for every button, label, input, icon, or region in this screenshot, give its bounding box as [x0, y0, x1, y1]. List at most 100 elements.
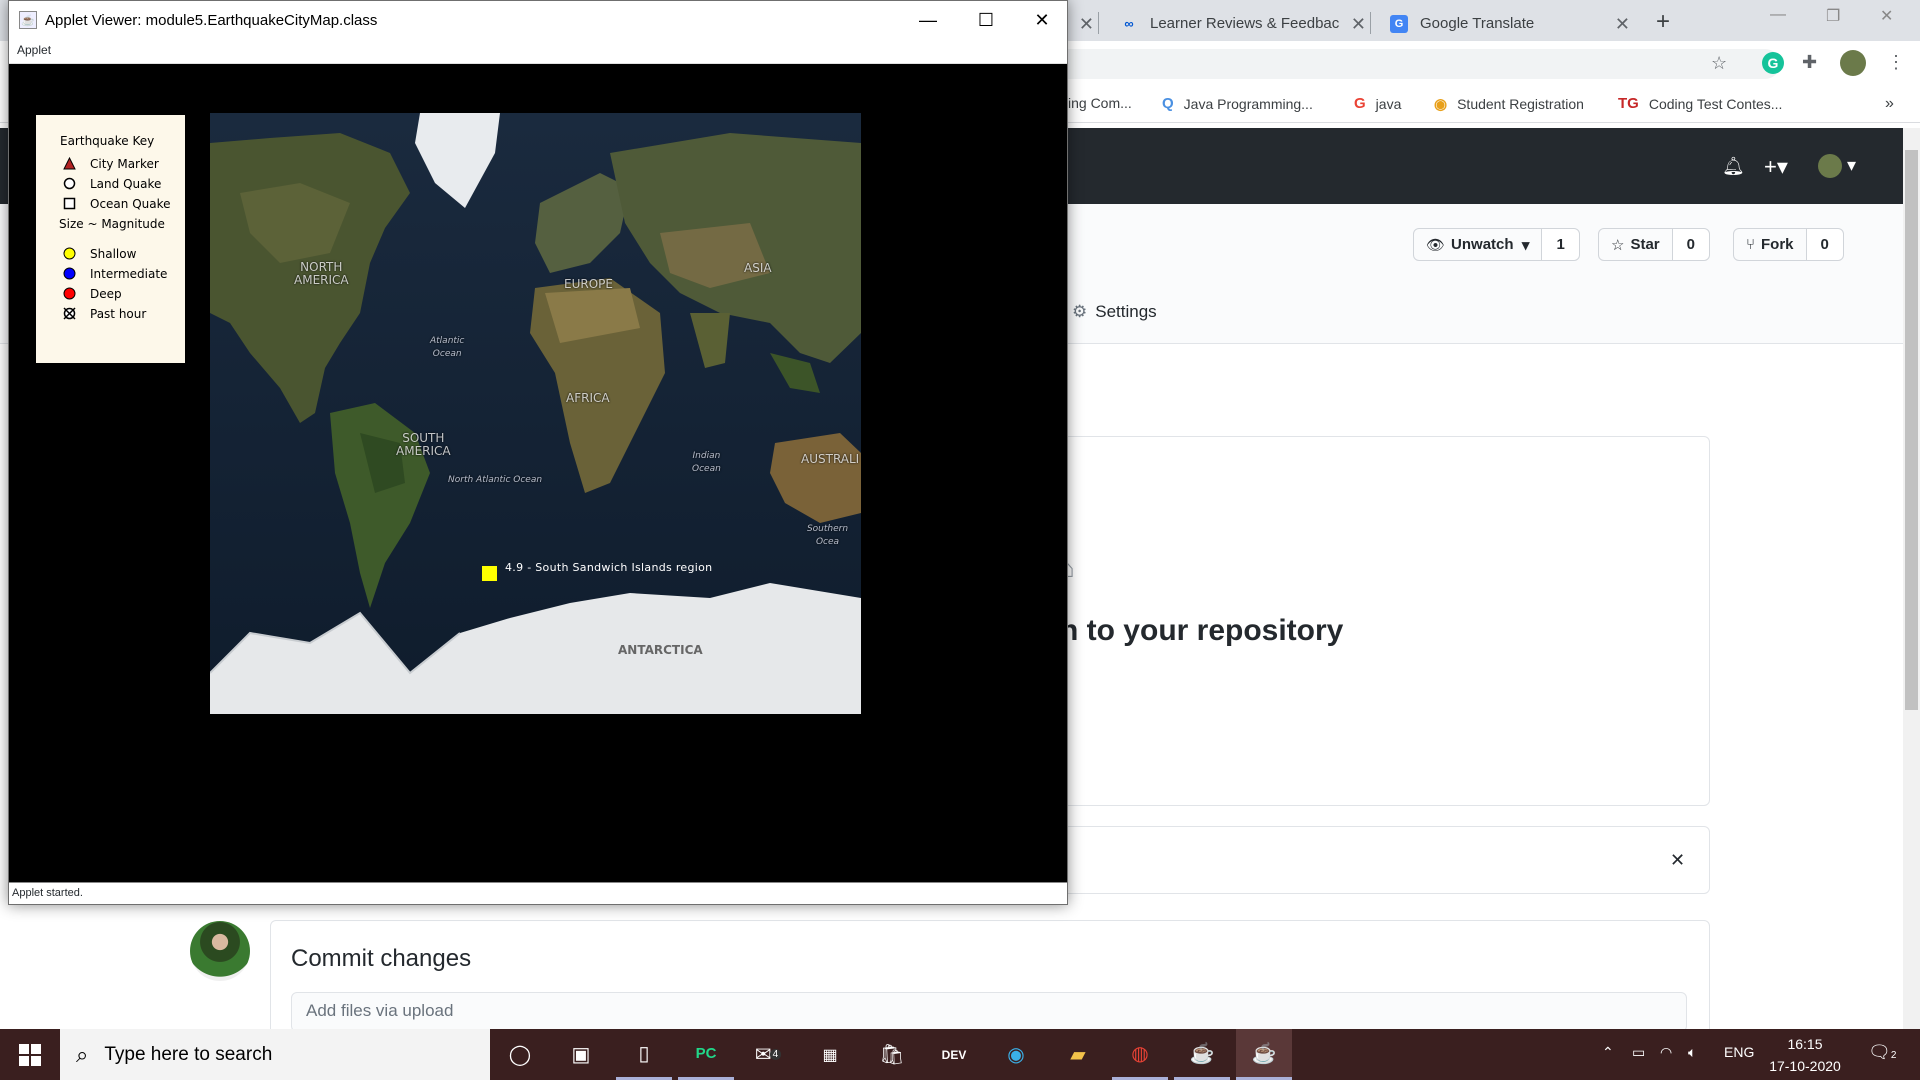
fork-count[interactable]: 0 [1805, 229, 1843, 260]
gear-icon: ⚙ [1072, 302, 1088, 321]
dropzone-title: n to your repository [1060, 614, 1344, 647]
bookmark-item[interactable]: G java [1354, 95, 1401, 112]
menu-applet[interactable]: Applet [17, 43, 51, 57]
bookmark-item[interactable]: Q Java Programming... [1162, 95, 1313, 112]
bell-icon[interactable]: 🔔︎ [1722, 156, 1745, 177]
folder-icon[interactable]: ▰ [1050, 1029, 1106, 1080]
omnibox[interactable] [1060, 49, 1780, 79]
label-australia: AUSTRALI [801, 452, 860, 466]
bookmark-item[interactable]: TG Coding Test Contes... [1618, 95, 1782, 112]
shallow-icon [63, 247, 76, 260]
new-tab-button[interactable]: + [1656, 8, 1670, 36]
coursera-icon: ∞ [1124, 16, 1134, 31]
minimize-icon[interactable]: — [899, 1, 957, 39]
close-icon[interactable]: ✕ [1615, 14, 1630, 35]
key-ocean-quake: Ocean Quake [90, 197, 171, 211]
quake-label: 4.9 - South Sandwich Islands region [505, 561, 713, 574]
label-europe: EUROPE [564, 277, 613, 291]
close-icon[interactable]: ✕ [1880, 6, 1893, 26]
user-menu[interactable]: ▾ [1818, 154, 1856, 178]
pycharm-icon[interactable]: PC [678, 1029, 734, 1080]
tab-learner-reviews[interactable]: ∞ Learner Reviews & Feedback ✕ [1108, 6, 1376, 41]
volume-icon[interactable]: 🔈︎ [1688, 1044, 1696, 1061]
intermediate-icon [63, 267, 76, 280]
task-view-icon[interactable]: ▣ [553, 1029, 609, 1080]
chrome-icon[interactable]: ◍ [1112, 1029, 1168, 1080]
commit-message-input[interactable]: Add files via upload [291, 992, 1687, 1032]
close-icon[interactable]: ✕ [1079, 14, 1094, 35]
scrollbar-thumb[interactable] [1905, 150, 1918, 710]
maximize-icon[interactable]: ☐ [957, 1, 1015, 39]
bookmark-item[interactable]: ◉ Student Registration [1434, 95, 1584, 113]
store-icon[interactable]: 🛍︎ [864, 1029, 920, 1080]
key-past-hour: Past hour [90, 307, 147, 321]
close-icon[interactable]: ✕ [1013, 1, 1071, 39]
bookmark-label: Coding Test Contes... [1648, 95, 1783, 112]
land-quake-icon [63, 177, 76, 190]
taskbar-search[interactable]: ⌕ Type here to search [60, 1029, 490, 1080]
profile-avatar[interactable] [1840, 50, 1866, 76]
label-southern-ocean: Southern Ocea [806, 524, 849, 547]
bookmark-item[interactable]: ing Com... [1068, 95, 1132, 111]
java-icon: ☕ [19, 11, 37, 29]
media-icon[interactable]: ▦ [802, 1029, 858, 1080]
search-placeholder: Type here to search [104, 1043, 273, 1065]
notepad-icon[interactable]: ▯ [616, 1029, 672, 1080]
menu-icon[interactable]: ⋮ [1887, 52, 1905, 73]
past-hour-icon [63, 307, 76, 320]
satellite-map-image [210, 113, 861, 714]
world-map[interactable]: NORTH AMERICA EUROPE ASIA AFRICA SOUTH A… [210, 113, 861, 714]
fork-button[interactable]: ⑂ Fork 0 [1733, 228, 1844, 261]
key-size-note: Size ~ Magnitude [59, 217, 165, 231]
grammarly-icon[interactable]: G [1762, 52, 1784, 74]
unwatch-count[interactable]: 1 [1541, 229, 1579, 260]
settings-label: Settings [1095, 302, 1157, 321]
clock-date: 17-10-2020 [1769, 1058, 1841, 1074]
language-indicator[interactable]: ENG [1724, 1044, 1754, 1060]
dev-icon[interactable]: DEV [926, 1029, 982, 1080]
clock[interactable]: 16:15 17-10-2020 [1762, 1033, 1848, 1077]
wifi-icon[interactable]: ◠ [1660, 1044, 1672, 1061]
ocean-quake-marker[interactable] [482, 566, 497, 581]
plus-dropdown-icon[interactable]: +▾ [1764, 154, 1788, 180]
avatar [190, 921, 250, 981]
label-indian-ocean: Indian Ocean [692, 451, 721, 474]
tab-close-partial[interactable]: ✕ [1070, 6, 1100, 41]
fork-label: Fork [1761, 236, 1794, 253]
notification-count: 2 [1890, 1050, 1897, 1061]
ocean-quake-icon [63, 197, 76, 210]
chevron-up-icon[interactable]: ⌃ [1602, 1044, 1614, 1061]
bookmark-label: java [1375, 95, 1402, 112]
label-africa: AFRICA [566, 391, 610, 405]
unwatch-button[interactable]: 👁︎ Unwatch ▾ 1 [1413, 228, 1580, 261]
tab-label: Learner Reviews & Feedback [1150, 15, 1340, 32]
applet-canvas[interactable]: Earthquake Key City Marker Land Quake Oc… [9, 64, 1067, 882]
star-button[interactable]: ☆ Star 0 [1598, 228, 1710, 261]
java-applet-icon[interactable]: ☕ [1236, 1029, 1292, 1080]
star-icon[interactable]: ☆ [1711, 53, 1727, 74]
search-icon: ⌕ [76, 1041, 89, 1067]
clock-time: 16:15 [1787, 1036, 1823, 1052]
battery-icon[interactable]: ▭ [1632, 1044, 1645, 1061]
label-north-america: NORTH AMERICA [294, 260, 349, 287]
chevron-right-icon[interactable]: » [1885, 95, 1894, 113]
applet-status: Applet started. [9, 882, 1067, 904]
restore-icon[interactable]: ❐ [1826, 6, 1840, 26]
key-title: Earthquake Key [60, 134, 155, 148]
key-city-marker: City Marker [90, 157, 159, 171]
star-count[interactable]: 0 [1671, 229, 1709, 260]
close-icon[interactable]: ✕ [1670, 850, 1685, 871]
minimize-icon[interactable]: — [1770, 6, 1786, 24]
edge-icon[interactable]: ◉ [988, 1029, 1044, 1080]
mail-badge: 4 [769, 1049, 782, 1060]
applet-menubar: Applet [9, 39, 1067, 64]
tab-settings[interactable]: ⚙ Settings [1072, 302, 1157, 322]
cortana-icon[interactable]: ◯ [492, 1029, 548, 1080]
close-icon[interactable]: ✕ [1351, 14, 1366, 35]
notification-icon[interactable]: 🗨︎2 [1868, 1042, 1896, 1063]
mail-icon[interactable]: ✉ 4 [740, 1029, 796, 1080]
java-icon[interactable]: ☕ [1174, 1029, 1230, 1080]
extensions-icon[interactable]: ✚ [1802, 52, 1817, 73]
tab-google-translate[interactable]: G Google Translate ✕ [1378, 6, 1640, 41]
start-button[interactable] [0, 1029, 60, 1080]
